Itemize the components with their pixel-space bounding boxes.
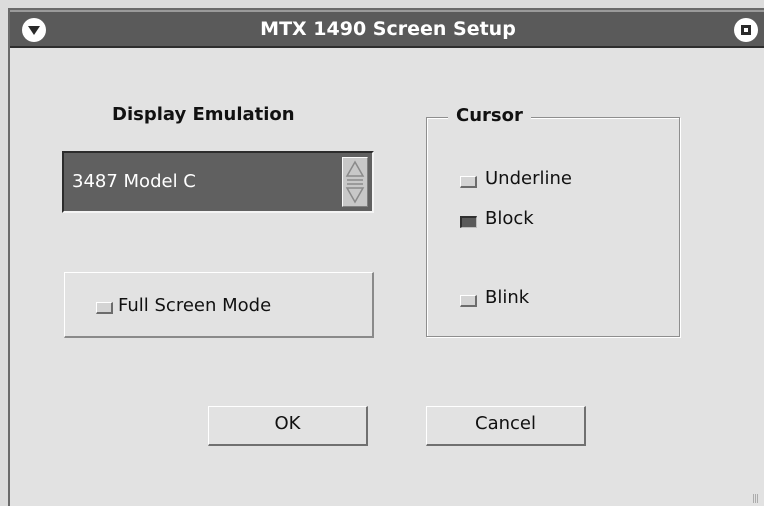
blink-label[interactable]: Blink xyxy=(485,287,529,308)
cancel-button[interactable]: Cancel xyxy=(426,406,586,446)
window-title: MTX 1490 Screen Setup xyxy=(260,18,516,40)
display-emulation-value: 3487 Model C xyxy=(72,171,196,192)
dialog-window: MTX 1490 Screen Setup Display Emulation … xyxy=(8,8,764,506)
full-screen-checkbox[interactable] xyxy=(96,302,113,314)
blink-checkbox[interactable] xyxy=(460,295,477,307)
title-bar[interactable]: MTX 1490 Screen Setup xyxy=(10,10,764,48)
block-checkbox[interactable] xyxy=(460,216,477,228)
ok-button[interactable]: OK xyxy=(208,406,368,446)
full-screen-frame: Full Screen Mode xyxy=(64,272,374,338)
block-label[interactable]: Block xyxy=(485,208,534,229)
resize-grip[interactable]: ||| xyxy=(752,494,759,504)
cursor-legend: Cursor xyxy=(448,105,531,126)
underline-checkbox[interactable] xyxy=(460,176,477,188)
up-down-arrows-icon xyxy=(345,160,365,204)
spinner-button[interactable] xyxy=(342,157,368,207)
underline-label[interactable]: Underline xyxy=(485,168,572,189)
display-emulation-label: Display Emulation xyxy=(112,104,295,125)
full-screen-label[interactable]: Full Screen Mode xyxy=(118,295,271,316)
display-emulation-select[interactable]: 3487 Model C xyxy=(62,151,374,213)
square-icon xyxy=(741,25,751,35)
maximize-button[interactable] xyxy=(734,18,758,42)
